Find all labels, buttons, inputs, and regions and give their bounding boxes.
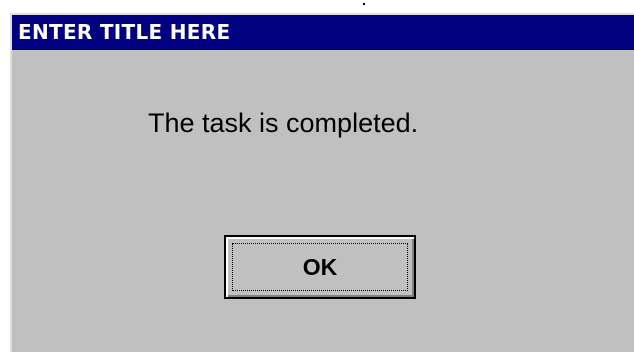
message-dialog: ENTER TITLE HERE The task is completed. …	[10, 13, 634, 352]
title-bar[interactable]: ENTER TITLE HERE	[12, 15, 634, 50]
ok-button[interactable]: OK	[224, 235, 416, 299]
dialog-title: ENTER TITLE HERE	[18, 20, 231, 44]
dialog-message: The task is completed.	[148, 108, 419, 138]
ok-button-label: OK	[302, 253, 338, 280]
stray-pixel	[363, 3, 365, 5]
